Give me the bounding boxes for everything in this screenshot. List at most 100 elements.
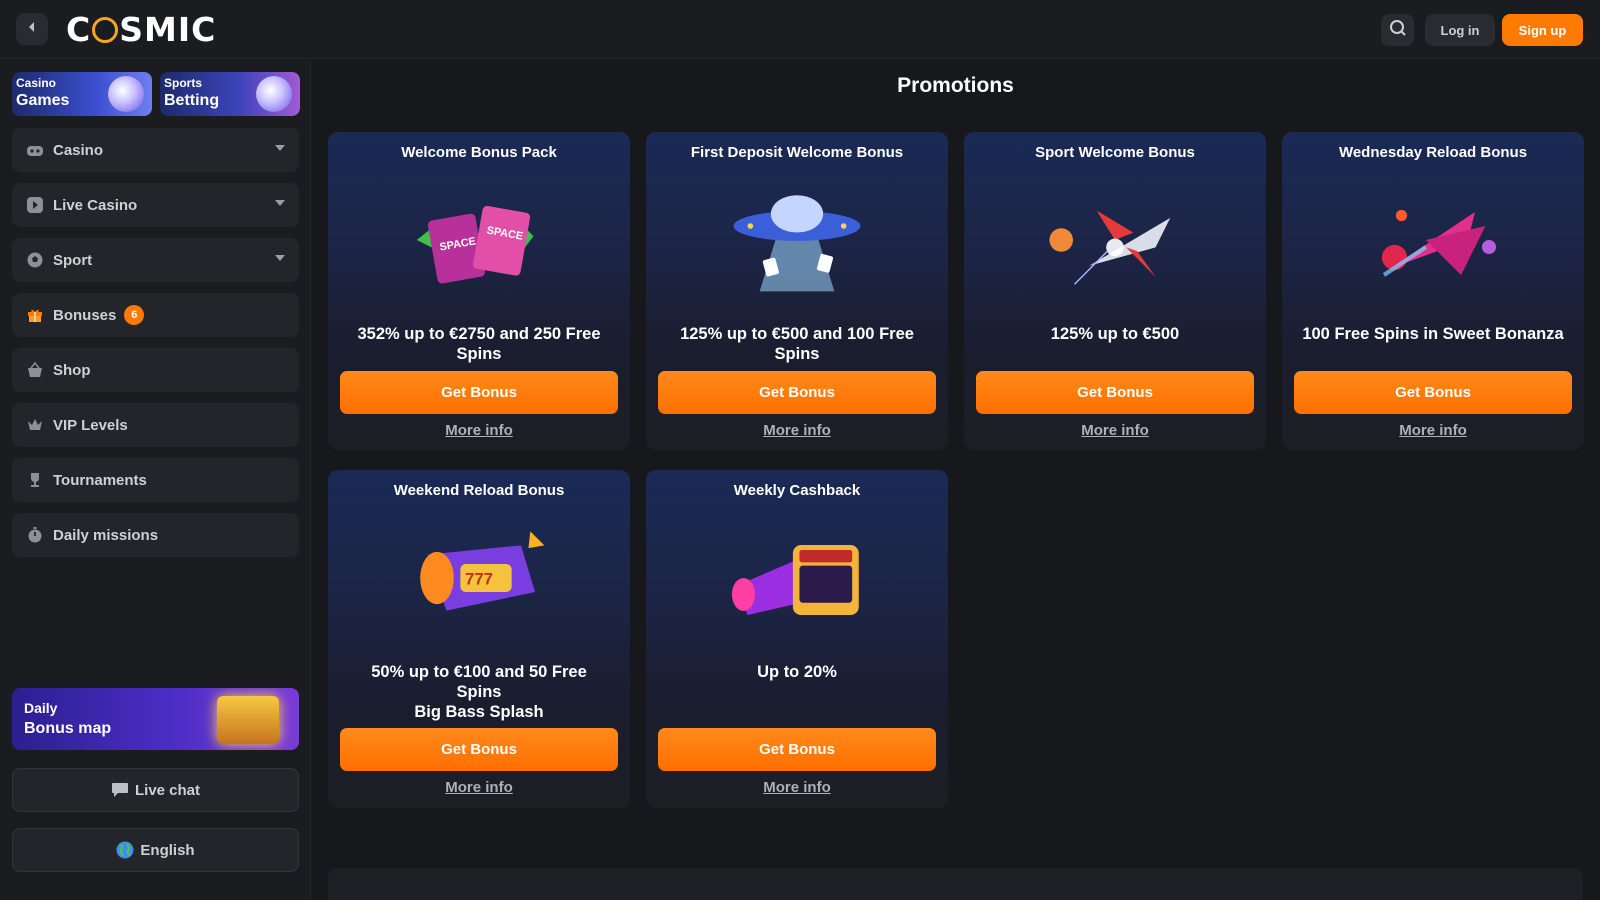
promo-card-title: Weekly Cashback <box>733 482 861 499</box>
promo-card-title: Sport Welcome Bonus <box>1035 144 1195 161</box>
more-info-link[interactable]: More info <box>328 422 630 439</box>
space-food-art: SPACE SPACE <box>409 180 549 300</box>
promo-card-title: Weekend Reload Bonus <box>393 482 565 499</box>
promo-card-weekly-cashback: Weekly Cashback Up to 20% Get Bonus More… <box>646 470 948 808</box>
get-bonus-button[interactable]: Get Bonus <box>658 728 936 771</box>
jackpot-blaster-art <box>727 518 867 638</box>
tile-big-label: Games <box>16 92 70 109</box>
sidebar-item-label: Shop <box>53 361 91 379</box>
gift-icon <box>26 306 44 324</box>
cosmic-logo[interactable]: C SMIC <box>66 10 216 49</box>
promo-card-description: 352% up to €2750 and 250 Free Spins <box>338 324 620 364</box>
soccer-ball-icon <box>26 251 44 269</box>
tile-small-label: Casino <box>16 76 57 90</box>
treasure-chest-icon <box>217 696 279 744</box>
sidebar-item-shop[interactable]: Shop <box>12 348 299 392</box>
sidebar-item-tournaments[interactable]: Tournaments <box>12 458 299 502</box>
spaceship-art <box>1363 180 1503 300</box>
sidebar-item-label: Daily missions <box>53 526 159 544</box>
crown-icon <box>26 416 44 434</box>
promo-card-description: 125% up to €500 and 100 Free Spins <box>656 324 938 364</box>
promo-card-title: Welcome Bonus Pack <box>401 144 557 161</box>
sidebar-item-label: Sport <box>53 251 93 269</box>
sidebar-item-bonuses[interactable]: Bonuses 6 <box>12 293 299 337</box>
promo-card-sport-welcome-bonus: Sport Welcome Bonus 125% up to €500 Get … <box>964 132 1266 450</box>
slot-blaster-art: 777 <box>409 518 549 638</box>
page-title: Promotions <box>897 74 1014 97</box>
language-selector[interactable]: English <box>12 828 299 872</box>
planet-ring-icon <box>92 17 119 43</box>
get-bonus-button[interactable]: Get Bonus <box>340 371 618 414</box>
promo-card-wednesday-reload-bonus: Wednesday Reload Bonus 100 Free Spins in… <box>1282 132 1584 450</box>
sidebar-item-live-casino[interactable]: Live Casino <box>12 183 299 227</box>
promo-card-description: Up to 20% <box>656 662 938 682</box>
search-button[interactable] <box>1381 14 1414 46</box>
sidebar-item-label: Tournaments <box>53 471 147 489</box>
sidebar-item-sport[interactable]: Sport <box>12 238 299 282</box>
sidebar-item-daily-missions[interactable]: Daily missions <box>12 513 299 557</box>
astronaut-icon <box>256 76 292 112</box>
next-section-card <box>328 868 1583 900</box>
more-info-link[interactable]: More info <box>328 779 630 796</box>
desc-line: 50% up to €100 and 50 Free <box>371 663 587 681</box>
promo-card-weekend-reload-bonus: Weekend Reload Bonus 777 50% up to €100 … <box>328 470 630 808</box>
ufo-art <box>727 180 867 300</box>
collapse-sidebar-button[interactable] <box>16 13 48 45</box>
desc-line: Spins <box>456 683 502 701</box>
get-bonus-button[interactable]: Get Bonus <box>658 371 936 414</box>
desc-line: Spins <box>774 345 820 363</box>
desc-line: Spins <box>456 345 502 363</box>
more-info-link[interactable]: More info <box>964 422 1266 439</box>
desc-line: 125% up to €500 <box>1050 325 1180 343</box>
more-info-link[interactable]: More info <box>646 779 948 796</box>
get-bonus-button[interactable]: Get Bonus <box>976 371 1254 414</box>
desc-line: 125% up to €500 and 100 Free <box>680 325 914 343</box>
sidebar-item-casino[interactable]: Casino <box>12 128 299 172</box>
sidebar-item-label: Live Casino <box>53 196 138 214</box>
sidebar: Casino Games Sports Betting Casino Live … <box>0 60 311 900</box>
promo-card-description: 50% up to €100 and 50 Free Spins Big Bas… <box>338 662 620 722</box>
promo-card-description: 100 Free Spins in Sweet Bonanza <box>1292 324 1574 344</box>
more-info-link[interactable]: More info <box>646 422 948 439</box>
stopwatch-icon <box>26 526 44 544</box>
svg-text:777: 777 <box>465 570 493 589</box>
trophy-icon <box>26 471 44 489</box>
chevron-down-icon <box>275 145 285 151</box>
desc-line: 100 Free Spins in Sweet Bonanza <box>1302 325 1564 343</box>
get-bonus-button[interactable]: Get Bonus <box>340 728 618 771</box>
sports-betting-tile[interactable]: Sports Betting <box>160 72 300 116</box>
rocket-art <box>1045 180 1185 300</box>
promo-card-title: First Deposit Welcome Bonus <box>690 144 904 161</box>
bonuses-count-badge: 6 <box>124 305 145 325</box>
astronaut-icon <box>108 76 144 112</box>
bonus-map-line1: Daily <box>24 700 58 716</box>
login-button[interactable]: Log in <box>1425 14 1495 46</box>
daily-bonus-map-banner[interactable]: Daily Bonus map <box>12 688 299 750</box>
desc-line: Big Bass Splash <box>414 703 544 721</box>
more-info-link[interactable]: More info <box>1282 422 1584 439</box>
chat-bubble-icon <box>111 781 129 799</box>
promo-card-title: Wednesday Reload Bonus <box>1338 144 1528 161</box>
shop-basket-icon <box>26 361 44 379</box>
sidebar-item-label: VIP Levels <box>53 416 128 434</box>
live-chat-button[interactable]: Live chat <box>12 768 299 812</box>
signup-button[interactable]: Sign up <box>1502 14 1583 46</box>
get-bonus-button[interactable]: Get Bonus <box>1294 371 1572 414</box>
gamepad-icon <box>26 141 44 159</box>
sidebar-item-label: Casino <box>53 141 104 159</box>
sidebar-item-vip-levels[interactable]: VIP Levels <box>12 403 299 447</box>
search-icon <box>1389 19 1407 42</box>
play-icon <box>26 196 44 214</box>
tile-big-label: Betting <box>164 92 220 109</box>
casino-games-tile[interactable]: Casino Games <box>12 72 152 116</box>
live-chat-label: Live chat <box>134 781 201 799</box>
language-label: English <box>140 841 195 859</box>
desc-line: Up to 20% <box>757 663 837 681</box>
bonus-map-line2: Bonus map <box>24 720 112 737</box>
promo-card-welcome-bonus-pack: Welcome Bonus Pack SPACE SPACE 352% up t… <box>328 132 630 450</box>
top-bar: C SMIC Log in Sign up <box>0 0 1600 59</box>
desc-line: 352% up to €2750 and 250 Free <box>357 325 601 343</box>
promo-card-first-deposit-welcome-bonus: First Deposit Welcome Bonus 125% up to €… <box>646 132 948 450</box>
sidebar-item-label: Bonuses <box>53 306 117 324</box>
chevron-down-icon <box>275 200 285 206</box>
